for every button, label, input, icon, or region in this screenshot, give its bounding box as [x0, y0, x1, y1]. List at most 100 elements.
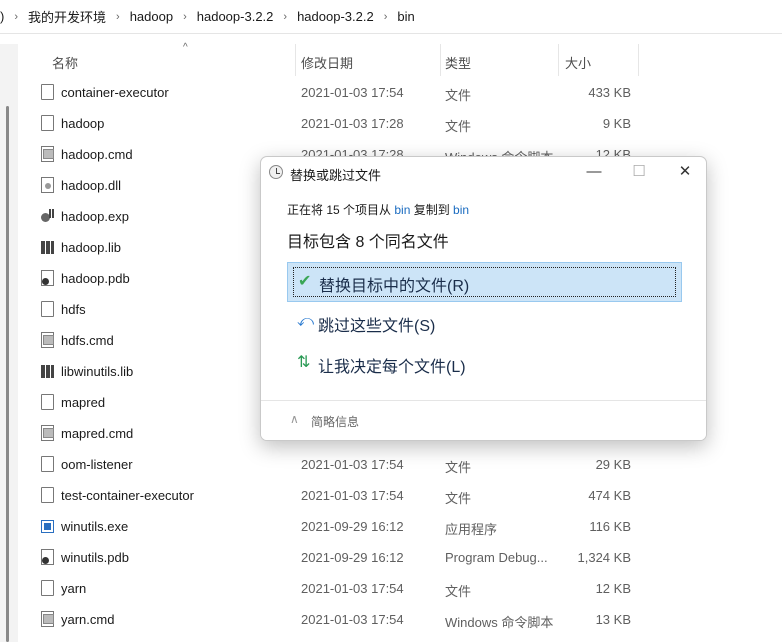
dll-file-icon: [41, 177, 54, 193]
compare-icon: ⇅: [297, 354, 313, 372]
details-toggle[interactable]: ∧ 简略信息: [261, 400, 706, 441]
dialog-title: 替换或跳过文件: [290, 165, 381, 184]
file-name: container-executor: [61, 85, 169, 100]
close-button[interactable]: ✕: [670, 161, 700, 183]
exp-file-icon: [41, 208, 54, 224]
file-type: 应用程序: [445, 519, 497, 538]
file-type: 文件: [445, 488, 471, 507]
cmd-file-icon: [41, 425, 54, 441]
file-size: 474 KB: [588, 488, 631, 503]
option-label: 让我决定每个文件(L): [318, 353, 466, 377]
file-file-icon: [41, 301, 54, 317]
breadcrumb-item[interactable]: hadoop-3.2.2: [297, 9, 374, 24]
file-name: winutils.pdb: [61, 550, 129, 565]
conflict-heading: 目标包含 8 个同名文件: [287, 228, 449, 252]
file-name: mapred: [61, 395, 105, 410]
file-name: hdfs.cmd: [61, 333, 114, 348]
column-header: ^ 名称 修改日期 类型 大小: [18, 44, 782, 76]
file-type: 文件: [445, 85, 471, 104]
status-text: 复制到: [410, 203, 453, 217]
file-row[interactable]: hadoop 2021-01-03 17:28 文件 9 KB: [18, 108, 782, 139]
file-name: hadoop.lib: [61, 240, 121, 255]
pdb-file-icon: [41, 549, 54, 565]
file-type: Windows 命令脚本: [445, 612, 553, 631]
copy-status: 正在将 15 个项目从 bin 复制到 bin: [287, 201, 469, 218]
skip-option[interactable]: ⤺ 跳过这些文件(S): [287, 303, 682, 343]
file-row[interactable]: yarn 2021-01-03 17:54 文件 12 KB: [18, 573, 782, 604]
cmd-file-icon: [41, 611, 54, 627]
file-type: 文件: [445, 581, 471, 600]
file-row[interactable]: yarn.cmd 2021-01-03 17:54 Windows 命令脚本 1…: [18, 604, 782, 635]
file-row[interactable]: test-container-executor 2021-01-03 17:54…: [18, 480, 782, 511]
breadcrumb-item[interactable]: hadoop: [130, 9, 173, 24]
file-date: 2021-01-03 17:54: [301, 85, 404, 100]
file-row[interactable]: oom-listener 2021-01-03 17:54 文件 29 KB: [18, 449, 782, 480]
file-file-icon: [41, 580, 54, 596]
cmd-file-icon: [41, 332, 54, 348]
file-name: yarn: [61, 581, 86, 596]
file-size: 13 KB: [596, 612, 631, 627]
nav-pane-scrollbar[interactable]: [0, 44, 18, 642]
file-file-icon: [41, 487, 54, 503]
scrollbar-thumb[interactable]: [6, 106, 9, 642]
file-row[interactable]: winutils.pdb 2021-09-29 16:12 Program De…: [18, 542, 782, 573]
replace-option[interactable]: ✔ 替换目标中的文件(R): [287, 262, 682, 302]
file-name: hadoop.cmd: [61, 147, 133, 162]
file-date: 2021-01-03 17:54: [301, 488, 404, 503]
file-name: hdfs: [61, 302, 86, 317]
file-size: 9 KB: [603, 116, 631, 131]
file-date: 2021-01-03 17:54: [301, 612, 404, 627]
status-text: 正在将 15 个项目从: [287, 203, 394, 217]
file-date: 2021-01-03 17:54: [301, 581, 404, 596]
details-label: 简略信息: [311, 413, 359, 430]
chevron-right-icon: ›: [283, 11, 287, 23]
column-name[interactable]: 名称: [52, 53, 78, 72]
chevron-right-icon: ›: [183, 11, 187, 23]
breadcrumb: )›我的开发环境›hadoop›hadoop-3.2.2›hadoop-3.2.…: [0, 0, 782, 34]
file-type: Program Debug...: [445, 550, 548, 565]
file-file-icon: [41, 456, 54, 472]
file-type: 文件: [445, 457, 471, 476]
maximize-button: ☐: [624, 161, 654, 183]
breadcrumb-item[interactable]: hadoop-3.2.2: [197, 9, 274, 24]
lib-file-icon: [41, 365, 54, 378]
file-date: 2021-09-29 16:12: [301, 519, 404, 534]
minimize-button[interactable]: —: [579, 161, 609, 183]
clock-icon: [269, 165, 283, 179]
file-date: 2021-01-03 17:28: [301, 116, 404, 131]
column-type[interactable]: 类型: [445, 53, 471, 72]
file-name: hadoop.dll: [61, 178, 121, 193]
file-name: oom-listener: [61, 457, 133, 472]
option-label: 跳过这些文件(S): [318, 312, 435, 336]
file-name: winutils.exe: [61, 519, 128, 534]
file-size: 1,324 KB: [578, 550, 632, 565]
decide-each-option[interactable]: ⇅ 让我决定每个文件(L): [287, 344, 682, 384]
option-label: 替换目标中的文件(R): [319, 272, 469, 296]
exe-file-icon: [41, 520, 54, 533]
file-file-icon: [41, 84, 54, 100]
file-size: 433 KB: [588, 85, 631, 100]
file-size: 116 KB: [589, 519, 631, 534]
dialog-titlebar[interactable]: 替换或跳过文件 — ☐ ✕: [261, 157, 706, 187]
file-name: libwinutils.lib: [61, 364, 133, 379]
replace-or-skip-dialog: 替换或跳过文件 — ☐ ✕ 正在将 15 个项目从 bin 复制到 bin 目标…: [260, 156, 707, 441]
breadcrumb-item[interactable]: 我的开发环境: [28, 7, 106, 26]
file-row[interactable]: container-executor 2021-01-03 17:54 文件 4…: [18, 77, 782, 108]
pdb-file-icon: [41, 270, 54, 286]
sort-ascending-icon: ^: [183, 42, 188, 53]
breadcrumb-item[interactable]: ): [0, 9, 4, 24]
file-file-icon: [41, 394, 54, 410]
file-date: 2021-09-29 16:12: [301, 550, 404, 565]
file-date: 2021-01-03 17:54: [301, 457, 404, 472]
chevron-right-icon: ›: [14, 11, 18, 23]
column-size[interactable]: 大小: [565, 53, 591, 72]
file-file-icon: [41, 115, 54, 131]
source-link[interactable]: bin: [394, 203, 410, 217]
file-type: 文件: [445, 116, 471, 135]
destination-link[interactable]: bin: [453, 203, 469, 217]
breadcrumb-item[interactable]: bin: [397, 9, 414, 24]
lib-file-icon: [41, 241, 54, 254]
column-date[interactable]: 修改日期: [301, 53, 353, 72]
cmd-file-icon: [41, 146, 54, 162]
file-row[interactable]: winutils.exe 2021-09-29 16:12 应用程序 116 K…: [18, 511, 782, 542]
